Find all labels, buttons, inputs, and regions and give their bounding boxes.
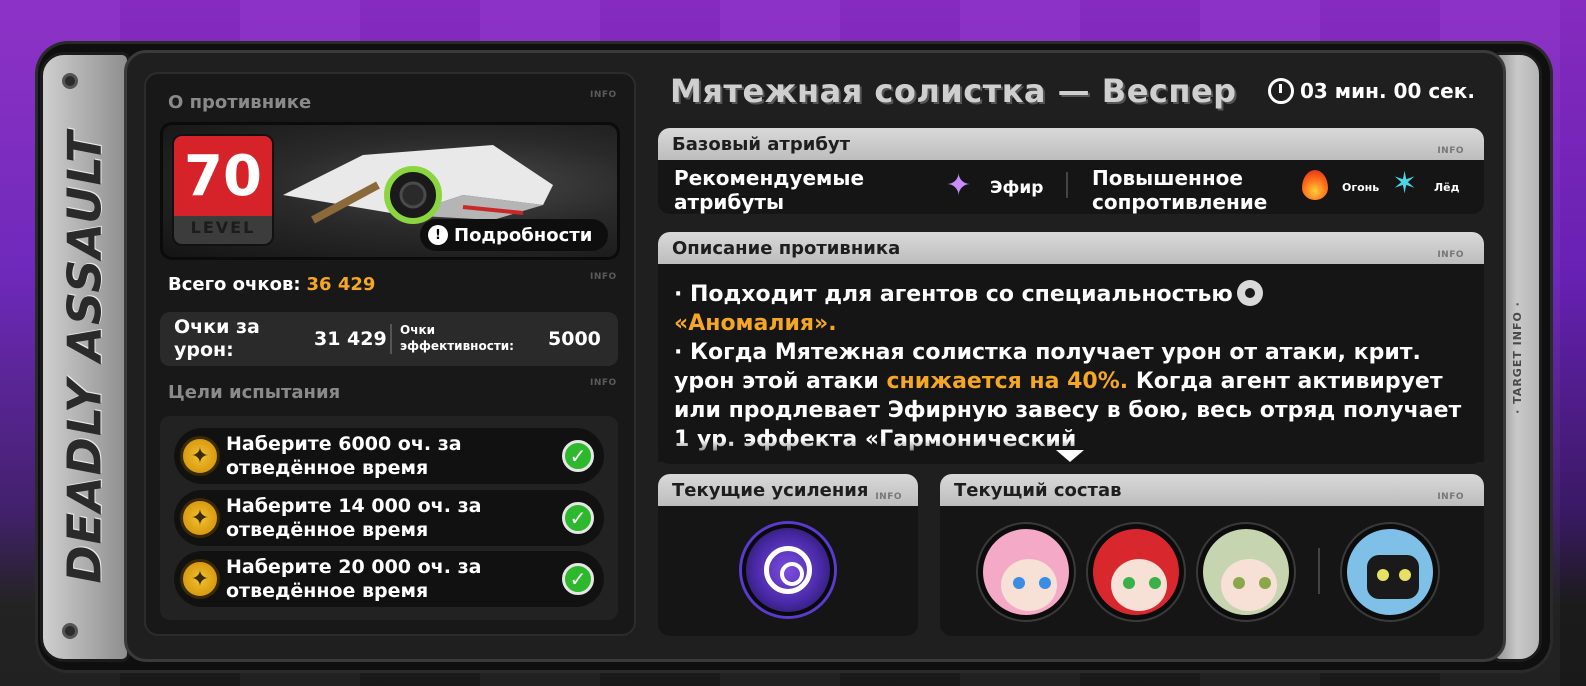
divider bbox=[1318, 548, 1320, 594]
ice-icon: ✶ bbox=[1392, 166, 1418, 201]
check-icon: ✓ bbox=[562, 440, 594, 472]
agent-avatar[interactable] bbox=[1088, 524, 1184, 620]
info-tag[interactable]: INFO bbox=[590, 272, 617, 282]
divider bbox=[390, 324, 392, 354]
score-breakdown: Очки за урон: 31 429 Очки эффективности:… bbox=[160, 312, 618, 366]
about-enemy-label: О противнике bbox=[168, 92, 312, 113]
efficiency-score-value: 5000 bbox=[548, 328, 601, 350]
check-icon: ✓ bbox=[562, 563, 594, 595]
recommended-label: Рекомендуемые атрибуты bbox=[674, 166, 865, 214]
efficiency-score-label: Очки эффективности: bbox=[400, 323, 514, 353]
resistant-label: Повышенное сопротивление bbox=[1092, 166, 1268, 214]
buffs-title: Текущие усиления bbox=[672, 480, 869, 501]
resistant-attribute: Лёд bbox=[1434, 181, 1460, 194]
level-badge: 70 LEVEL bbox=[172, 134, 274, 246]
alert-icon: ! bbox=[428, 225, 448, 245]
attributes-title: Базовый атрибут bbox=[672, 134, 851, 155]
details-button-label: Подробности bbox=[454, 224, 593, 246]
agent-avatar[interactable] bbox=[978, 524, 1074, 620]
damage-score-value: 31 429 bbox=[314, 328, 387, 350]
card-header: Текущие усиления INFO bbox=[658, 474, 918, 506]
scroll-down-icon[interactable] bbox=[1056, 450, 1084, 462]
check-icon: ✓ bbox=[562, 502, 594, 534]
resistant-attribute: Огонь bbox=[1342, 181, 1380, 194]
clock-icon bbox=[1268, 78, 1294, 104]
card-header: Базовый атрибут INFO bbox=[658, 128, 1484, 160]
info-tag[interactable]: INFO bbox=[590, 378, 617, 388]
card-header: Текущий состав INFO bbox=[940, 474, 1484, 506]
total-score: Всего очков: 36 429 bbox=[168, 274, 375, 295]
enemy-name: Мятежная солистка — Веспер bbox=[670, 72, 1237, 110]
anomaly-icon bbox=[1236, 280, 1263, 306]
divider bbox=[1066, 172, 1068, 198]
goal-item: ✦ Наберите 20 000 оч. за отведённое врем… bbox=[174, 551, 604, 607]
level-number: 70 bbox=[174, 136, 272, 216]
goal-text: Наберите 20 000 оч. за отведённое время bbox=[226, 556, 482, 602]
total-score-value: 36 429 bbox=[306, 274, 376, 295]
mode-title: DEADLY ASSAULT bbox=[58, 130, 113, 584]
goal-item: ✦ Наберите 6000 оч. за отведённое время … bbox=[174, 428, 604, 484]
goals-label: Цели испытания bbox=[168, 382, 341, 403]
description-title: Описание противника bbox=[672, 238, 901, 259]
goal-text: Наберите 14 000 оч. за отведённое время bbox=[226, 495, 482, 541]
info-tag[interactable]: INFO bbox=[1437, 134, 1464, 168]
details-button[interactable]: ! Подробности bbox=[420, 219, 608, 251]
total-score-label: Всего очков: bbox=[168, 274, 301, 295]
timer-value: 03 мин. 00 сек. bbox=[1300, 79, 1475, 103]
goal-text: Наберите 6000 оч. за отведённое время bbox=[226, 433, 462, 479]
agent-avatar[interactable] bbox=[1198, 524, 1294, 620]
buff-icon[interactable] bbox=[742, 524, 834, 616]
info-tag[interactable]: INFO bbox=[1437, 238, 1464, 272]
info-tag[interactable]: INFO bbox=[590, 90, 617, 100]
fire-icon bbox=[1302, 170, 1328, 200]
goal-medal-icon: ✦ bbox=[180, 498, 220, 538]
description-text[interactable]: · Подходит для агентов со специальностью… bbox=[674, 280, 1474, 454]
goal-medal-icon: ✦ bbox=[180, 436, 220, 476]
info-tag[interactable]: INFO bbox=[875, 480, 902, 514]
side-plate-left: DEADLY ASSAULT bbox=[40, 52, 130, 662]
timer: 03 мин. 00 сек. bbox=[1268, 78, 1475, 104]
screw-icon bbox=[62, 623, 78, 639]
recommended-attribute: Эфир bbox=[990, 178, 1044, 198]
level-word: LEVEL bbox=[190, 218, 256, 237]
info-tag[interactable]: INFO bbox=[1437, 480, 1464, 514]
goal-medal-icon: ✦ bbox=[180, 559, 220, 599]
bangboo-avatar[interactable] bbox=[1342, 524, 1438, 620]
ether-icon: ✦ bbox=[946, 168, 972, 203]
card-header: Описание противника INFO bbox=[658, 232, 1484, 264]
goal-item: ✦ Наберите 14 000 оч. за отведённое врем… bbox=[174, 490, 604, 546]
damage-score-label: Очки за урон: bbox=[174, 316, 260, 361]
team-title: Текущий состав bbox=[954, 480, 1122, 501]
